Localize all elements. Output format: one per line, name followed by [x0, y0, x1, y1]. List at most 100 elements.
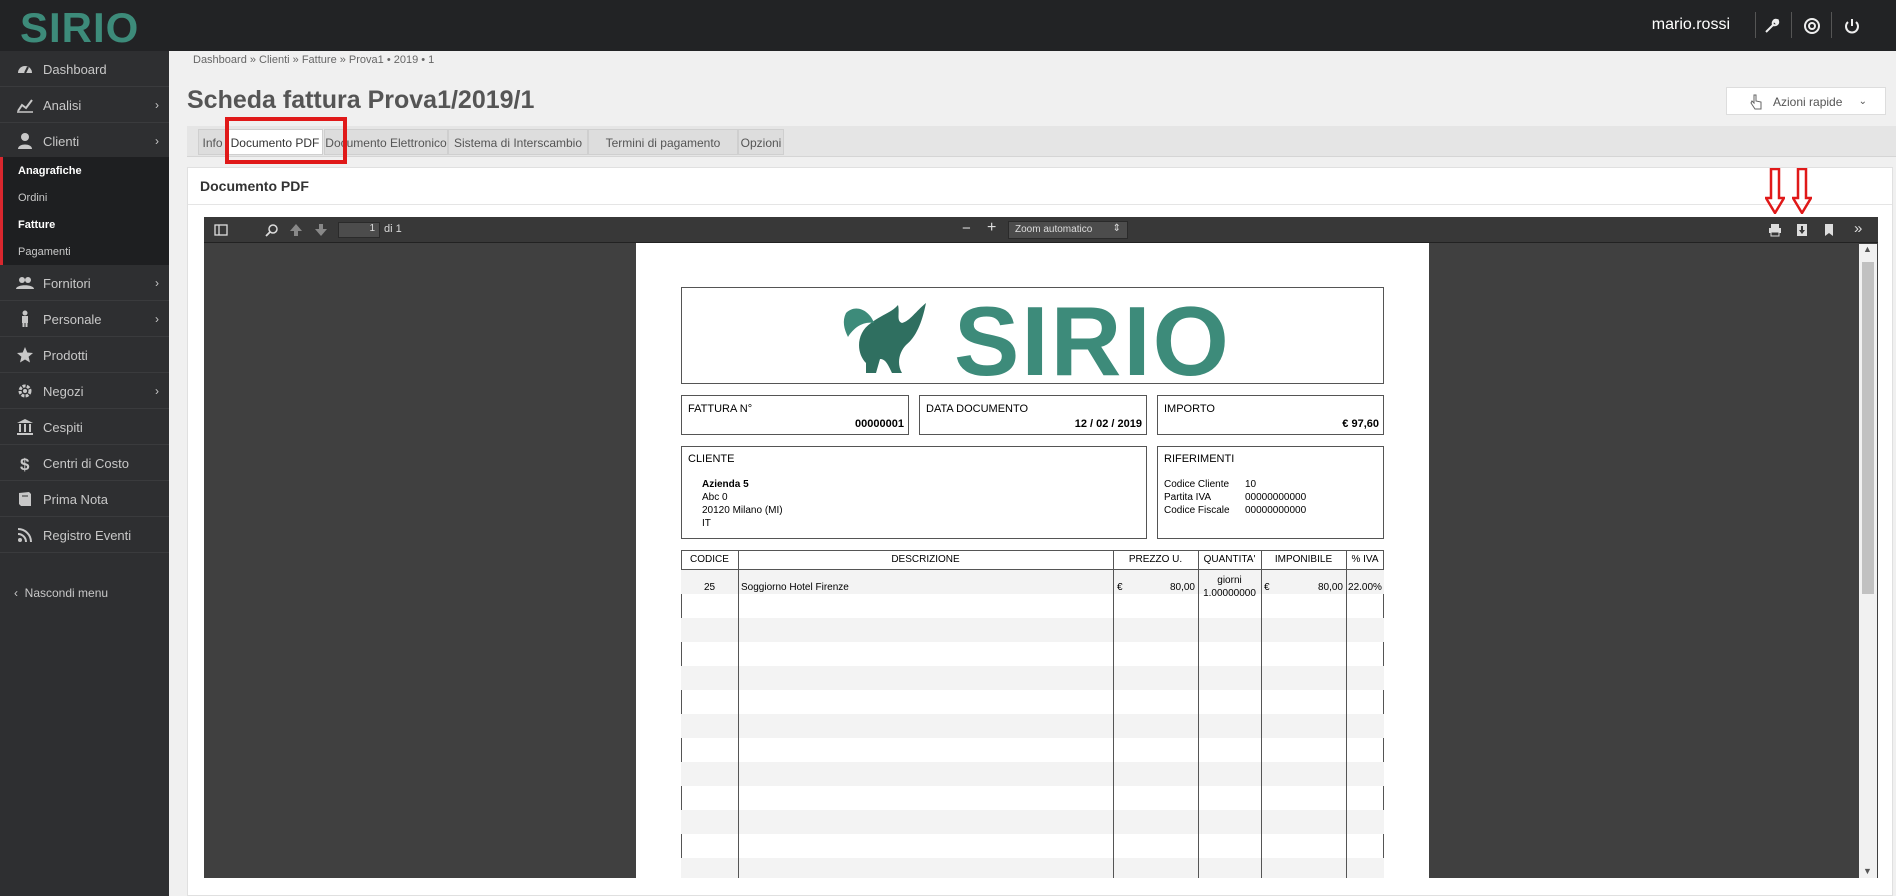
sidebar: Dashboard Analisi › Clienti › Anagrafich…: [0, 51, 169, 896]
table-row-stripe: [681, 810, 1384, 834]
zoom-select[interactable]: Zoom automatico ⇕: [1008, 221, 1128, 239]
quick-actions-label: Azioni rapide: [1773, 95, 1843, 109]
power-icon[interactable]: [1842, 16, 1862, 36]
sirio-logo[interactable]: SIRIO: [18, 2, 158, 48]
invoice-date-label: DATA DOCUMENTO: [926, 403, 1029, 415]
sidebar-item-negozi[interactable]: Negozi ›: [0, 373, 169, 409]
sidebar-subitem-pagamenti[interactable]: Pagamenti: [18, 246, 71, 258]
arrow-down-icon[interactable]: [314, 223, 328, 237]
line-code: 25: [703, 582, 716, 593]
table-row-stripe: [681, 858, 1384, 878]
viewer-scroll-thumb[interactable]: [1862, 262, 1874, 594]
sidebar-submenu-clienti: Anagrafiche Ordini Fatture Pagamenti: [0, 157, 169, 265]
hide-menu-button[interactable]: ‹ Nascondi menu: [14, 586, 108, 600]
table-column-line: [1346, 550, 1347, 878]
page-number-input[interactable]: 1: [338, 222, 380, 238]
invoice-brand-text: SIRIO: [954, 295, 1231, 381]
sidebar-item-clienti[interactable]: Clienti ›: [0, 123, 169, 159]
chart-line-icon: [17, 99, 33, 113]
support-icon[interactable]: [1802, 16, 1822, 36]
invoice-number: 00000001: [855, 418, 904, 430]
sidebar-item-centri-di-costo[interactable]: $ Centri di Costo: [0, 445, 169, 481]
invoice-ref-value: 00000000000: [1245, 505, 1307, 516]
search-icon[interactable]: [265, 223, 279, 237]
bookmark-icon[interactable]: [1822, 223, 1836, 237]
more-tools-icon[interactable]: »: [1854, 220, 1862, 237]
scroll-down-arrow[interactable]: ▼: [1863, 866, 1872, 876]
sidebar-subitem-anagrafiche[interactable]: Anagrafiche: [18, 165, 82, 177]
star-icon: [17, 347, 33, 363]
gear-icon: [18, 384, 32, 398]
table-row-stripe: [681, 762, 1384, 786]
dashboard-icon: [18, 66, 32, 74]
quick-actions-button[interactable]: Azioni rapide ⌄: [1726, 87, 1886, 115]
invoice-client-name: Azienda 5: [702, 479, 749, 490]
sidebar-item-label: Personale: [43, 312, 102, 327]
table-row-stripe: [681, 618, 1384, 642]
updown-icon: ⇕: [1112, 223, 1121, 234]
sidebar-item-label: Analisi: [43, 98, 82, 113]
invoice-client-address: Abc 0: [702, 492, 728, 503]
page-title: Scheda fattura Prova1/2019/1: [187, 86, 535, 114]
sidebar-item-label: Cespiti: [43, 420, 83, 435]
sidebar-toggle-icon[interactable]: [214, 223, 228, 237]
line-qty-unit: giorni: [1217, 575, 1242, 586]
column-header: IMPONIBILE: [1274, 554, 1333, 565]
invoice-client-box: [681, 446, 1147, 539]
table-row-stripe: [681, 714, 1384, 738]
invoice-amount: € 97,60: [1342, 418, 1379, 430]
invoice-client-label: CLIENTE: [688, 453, 735, 465]
invoice-brand-logo: SIRIO: [954, 295, 1231, 381]
hide-menu-label: Nascondi menu: [24, 586, 109, 600]
sidebar-item-fornitori[interactable]: Fornitori ›: [0, 265, 169, 301]
invoice-amount-label: IMPORTO: [1164, 403, 1215, 415]
line-description: Soggiorno Hotel Firenze: [741, 582, 849, 593]
breadcrumb[interactable]: Dashboard » Clienti » Fatture » Prova1 •…: [193, 54, 434, 66]
tab-info[interactable]: Info: [198, 129, 227, 155]
chevron-right-icon: ›: [155, 98, 159, 112]
tab-termini-di-pagamento[interactable]: Termini di pagamento: [588, 129, 738, 155]
sidebar-item-label: Prodotti: [43, 348, 88, 363]
line-price-currency: €: [1117, 582, 1123, 593]
red-arrow-download-icon: [1792, 168, 1812, 214]
sidebar-subitem-ordini[interactable]: Ordini: [18, 192, 47, 204]
book-icon: [19, 492, 31, 506]
column-header: CODICE: [690, 554, 729, 565]
sidebar-item-registro-eventi[interactable]: Registro Eventi: [0, 517, 169, 553]
invoice-ref-value: 00000000000: [1245, 492, 1307, 503]
sidebar-item-prima-nota[interactable]: Prima Nota: [0, 481, 169, 517]
sidebar-item-analisi[interactable]: Analisi ›: [0, 87, 169, 123]
sidebar-item-label: Clienti: [43, 134, 80, 149]
wrench-icon[interactable]: [1762, 16, 1782, 36]
user-name[interactable]: mario.rossi: [1652, 16, 1730, 34]
tab-sistema-di-interscambio[interactable]: Sistema di Interscambio: [448, 129, 588, 155]
person-icon: [22, 310, 28, 327]
zoom-out-icon[interactable]: −: [962, 220, 971, 237]
panel-title: Documento PDF: [200, 178, 309, 194]
sidebar-item-label: Registro Eventi: [43, 528, 132, 543]
sidebar-subitem-fatture[interactable]: Fatture: [18, 219, 55, 231]
tab-opzioni[interactable]: Opzioni: [738, 129, 784, 155]
sidebar-item-prodotti[interactable]: Prodotti: [0, 337, 169, 373]
chevron-down-icon: ⌄: [1858, 96, 1867, 107]
arrow-up-icon[interactable]: [289, 223, 303, 237]
top-separator: [1755, 12, 1756, 38]
sidebar-item-dashboard[interactable]: Dashboard: [0, 51, 169, 87]
svg-text:$: $: [20, 455, 30, 472]
pdf-toolbar: 1 di 1 − + Zoom automatico ⇕ »: [204, 217, 1878, 243]
chevron-left-icon: ‹: [14, 586, 25, 600]
invoice-number-label: FATTURA N°: [688, 403, 753, 415]
user-icon: [18, 133, 32, 149]
scroll-up-arrow[interactable]: ▲: [1863, 244, 1872, 254]
sidebar-item-personale[interactable]: Personale ›: [0, 301, 169, 337]
download-icon[interactable]: [1795, 223, 1809, 237]
zoom-in-icon[interactable]: +: [987, 219, 996, 237]
top-separator: [1791, 12, 1792, 38]
table-column-line: [1198, 550, 1199, 878]
line-qty: 1.00000000: [1203, 588, 1256, 599]
sidebar-item-cespiti[interactable]: Cespiti: [0, 409, 169, 445]
table-column-line: [738, 550, 739, 878]
chevron-right-icon: ›: [155, 134, 159, 148]
print-icon[interactable]: [1768, 223, 1782, 237]
line-vat: 22.00%: [1348, 582, 1382, 593]
